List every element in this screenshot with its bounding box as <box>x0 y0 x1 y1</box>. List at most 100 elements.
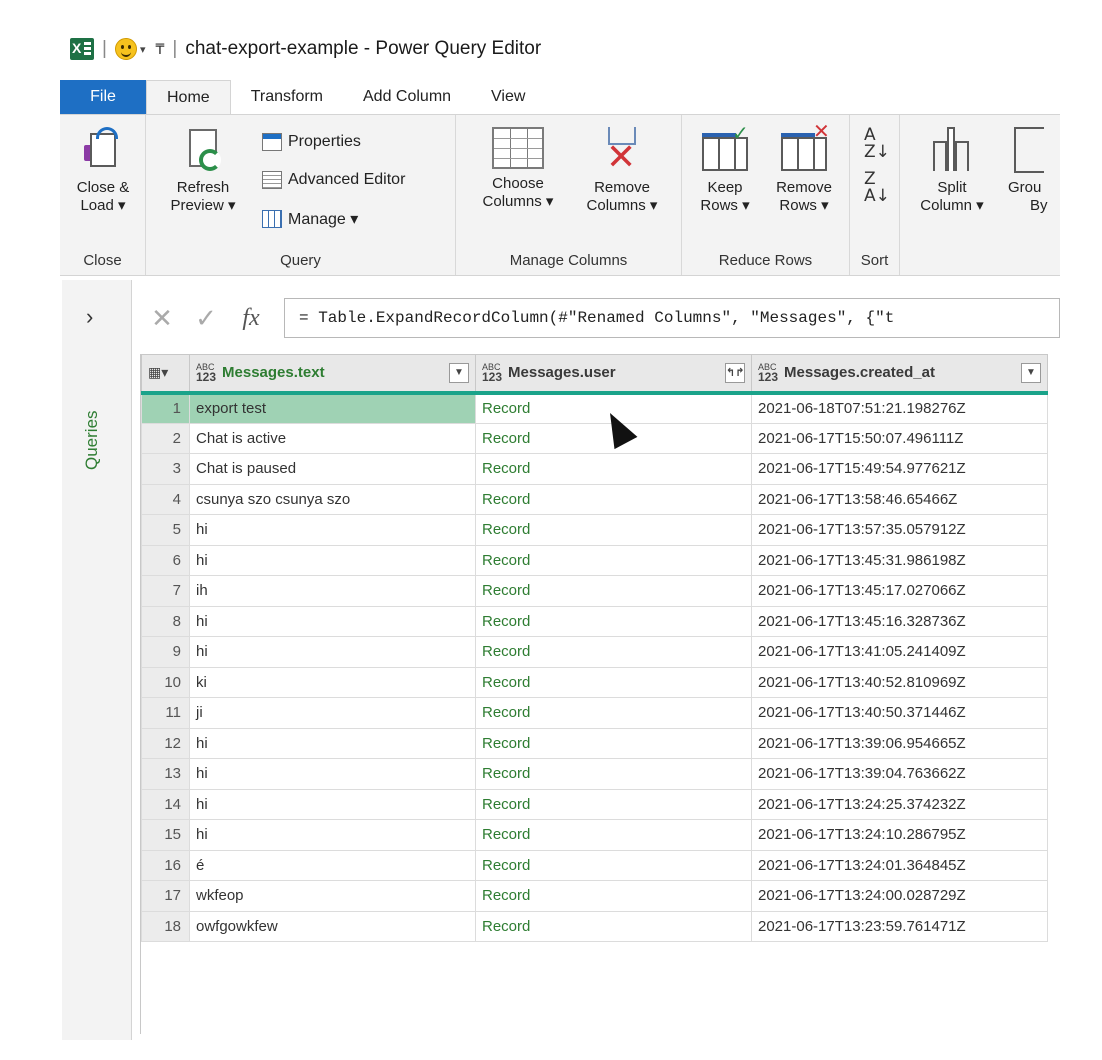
cell-text[interactable]: ji <box>189 697 476 729</box>
cell-user-record[interactable]: Record <box>475 819 752 851</box>
cell-user-record[interactable]: Record <box>475 697 752 729</box>
advanced-editor-button[interactable]: Advanced Editor <box>262 171 405 189</box>
row-number[interactable]: 1 <box>141 392 190 424</box>
cell-user-record[interactable]: Record <box>475 514 752 546</box>
cell-user-record[interactable]: Record <box>475 636 752 668</box>
fx-icon[interactable]: fx <box>228 305 274 332</box>
cell-text[interactable]: hi <box>189 636 476 668</box>
table-row[interactable]: 14 hi Record 2021-06-17T13:24:25.374232Z <box>141 788 1048 820</box>
commit-formula-icon[interactable]: ✓ <box>184 303 228 334</box>
cell-text[interactable]: hi <box>189 758 476 790</box>
row-number[interactable]: 13 <box>141 758 190 790</box>
table-row[interactable]: 3 Chat is paused Record 2021-06-17T15:49:54… <box>141 453 1048 485</box>
cell-created-at[interactable]: 2021-06-17T13:24:01.364845Z <box>751 849 1048 881</box>
remove-columns-button[interactable]: ✕ Remove Columns ▾ <box>572 127 672 215</box>
table-row[interactable]: 1 export test Record 2021-06-18T07:51:21.19… <box>141 392 1048 424</box>
cell-created-at[interactable]: 2021-06-17T13:39:04.763662Z <box>751 758 1048 790</box>
cell-text[interactable]: é <box>189 849 476 881</box>
cell-text[interactable]: owfgowkfew <box>189 910 476 942</box>
cell-user-record[interactable]: Record <box>475 880 752 912</box>
table-row[interactable]: 11 ji Record 2021-06-17T13:40:50.371446Z <box>141 697 1048 729</box>
cell-created-at[interactable]: 2021-06-17T13:41:05.241409Z <box>751 636 1048 668</box>
filter-dropdown-icon[interactable]: ▼ <box>1021 363 1041 383</box>
cell-created-at[interactable]: 2021-06-17T13:57:35.057912Z <box>751 514 1048 546</box>
cell-text[interactable]: ki <box>189 666 476 698</box>
tab-transform[interactable]: Transform <box>231 80 343 114</box>
table-row[interactable]: 13 hi Record 2021-06-17T13:39:04.763662Z <box>141 758 1048 790</box>
cell-created-at[interactable]: 2021-06-17T15:49:54.977621Z <box>751 453 1048 485</box>
close-load-button[interactable]: Close & Load ▾ <box>70 127 136 215</box>
table-row[interactable]: 12 hi Record 2021-06-17T13:39:06.954665Z <box>141 727 1048 759</box>
properties-button[interactable]: Properties <box>262 133 361 151</box>
cell-created-at[interactable]: 2021-06-17T13:45:16.328736Z <box>751 605 1048 637</box>
cell-created-at[interactable]: 2021-06-17T13:24:00.028729Z <box>751 880 1048 912</box>
cell-text[interactable]: Chat is active <box>189 422 476 454</box>
cell-user-record[interactable]: Record <box>475 849 752 881</box>
cell-user-record[interactable]: Record <box>475 727 752 759</box>
row-number[interactable]: 9 <box>141 636 190 668</box>
quick-access-toolbar-icon[interactable]: ₸ <box>155 41 164 58</box>
cell-user-record[interactable]: Record <box>475 483 752 515</box>
table-row[interactable]: 10 ki Record 2021-06-17T13:40:52.810969Z <box>141 666 1048 698</box>
row-number[interactable]: 10 <box>141 666 190 698</box>
keep-rows-button[interactable]: ✓ Keep Rows ▾ <box>688 124 762 215</box>
cell-text[interactable]: hi <box>189 727 476 759</box>
tab-file[interactable]: File <box>60 80 146 114</box>
cell-text[interactable]: Chat is paused <box>189 453 476 485</box>
cell-user-record[interactable]: Record <box>475 605 752 637</box>
column-header-user[interactable]: ABC 123 Messages.user ↰↱ <box>475 354 752 395</box>
cell-text[interactable]: hi <box>189 788 476 820</box>
table-options-button[interactable]: ▦▾ <box>141 354 190 395</box>
table-row[interactable]: 16 é Record 2021-06-17T13:24:01.364845Z <box>141 849 1048 881</box>
any-type-icon[interactable]: ABC 123 <box>758 362 778 383</box>
row-number[interactable]: 8 <box>141 605 190 637</box>
cell-created-at[interactable]: 2021-06-17T13:24:10.286795Z <box>751 819 1048 851</box>
any-type-icon[interactable]: ABC 123 <box>196 362 216 383</box>
queries-pane-label[interactable]: Queries <box>70 280 101 470</box>
table-row[interactable]: 8 hi Record 2021-06-17T13:45:16.328736Z <box>141 605 1048 637</box>
cell-created-at[interactable]: 2021-06-17T15:50:07.496111Z <box>751 422 1048 454</box>
cell-text[interactable]: wkfeop <box>189 880 476 912</box>
smiley-feedback-icon[interactable] <box>114 38 137 60</box>
row-number[interactable]: 14 <box>141 788 190 820</box>
cell-created-at[interactable]: 2021-06-17T13:40:52.810969Z <box>751 666 1048 698</box>
split-column-button[interactable]: Split Column ▾ <box>914 127 990 215</box>
row-number[interactable]: 11 <box>141 697 190 729</box>
table-row[interactable]: 2 Chat is active Record 2021-06-17T15:50:07… <box>141 422 1048 454</box>
row-number[interactable]: 7 <box>141 575 190 607</box>
table-row[interactable]: 5 hi Record 2021-06-17T13:57:35.057912Z <box>141 514 1048 546</box>
table-row[interactable]: 17 wkfeop Record 2021-06-17T13:24:00.028729… <box>141 880 1048 912</box>
cell-created-at[interactable]: 2021-06-17T13:39:06.954665Z <box>751 727 1048 759</box>
table-row[interactable]: 18 owfgowkfew Record 2021-06-17T13:23:59.76… <box>141 910 1048 942</box>
cell-created-at[interactable]: 2021-06-17T13:24:25.374232Z <box>751 788 1048 820</box>
cell-user-record[interactable]: Record <box>475 666 752 698</box>
row-number[interactable]: 2 <box>141 422 190 454</box>
cancel-formula-icon[interactable]: ✕ <box>140 303 184 334</box>
cell-user-record[interactable]: Record <box>475 544 752 576</box>
cell-created-at[interactable]: 2021-06-17T13:40:50.371446Z <box>751 697 1048 729</box>
table-row[interactable]: 7 ih Record 2021-06-17T13:45:17.027066Z <box>141 575 1048 607</box>
refresh-preview-button[interactable]: Refresh Preview ▾ <box>170 127 236 215</box>
row-number[interactable]: 6 <box>141 544 190 576</box>
choose-columns-button[interactable]: Choose Columns ▾ <box>470 127 566 211</box>
cell-text[interactable]: hi <box>189 544 476 576</box>
cell-text[interactable]: hi <box>189 514 476 546</box>
cell-user-record[interactable]: Record <box>475 758 752 790</box>
table-row[interactable]: 6 hi Record 2021-06-17T13:45:31.986198Z <box>141 544 1048 576</box>
sort-descending-icon[interactable]: Z A↓ <box>864 171 890 205</box>
cell-text[interactable]: ih <box>189 575 476 607</box>
cell-text[interactable]: csunya szo csunya szo <box>189 483 476 515</box>
feedback-dropdown-icon[interactable]: ▾ <box>140 43 146 56</box>
row-number[interactable]: 12 <box>141 727 190 759</box>
cell-text[interactable]: export test <box>189 392 476 424</box>
filter-dropdown-icon[interactable]: ▼ <box>449 363 469 383</box>
cell-user-record[interactable]: Record <box>475 575 752 607</box>
cell-user-record[interactable]: Record <box>475 910 752 942</box>
cell-created-at[interactable]: 2021-06-17T13:45:17.027066Z <box>751 575 1048 607</box>
column-header-created-at[interactable]: ABC 123 Messages.created_at ▼ <box>751 354 1048 395</box>
cell-text[interactable]: hi <box>189 605 476 637</box>
row-number[interactable]: 17 <box>141 880 190 912</box>
manage-button[interactable]: Manage ▾ <box>262 209 358 229</box>
cell-user-record[interactable]: Record <box>475 453 752 485</box>
cell-user-record[interactable]: Record <box>475 788 752 820</box>
